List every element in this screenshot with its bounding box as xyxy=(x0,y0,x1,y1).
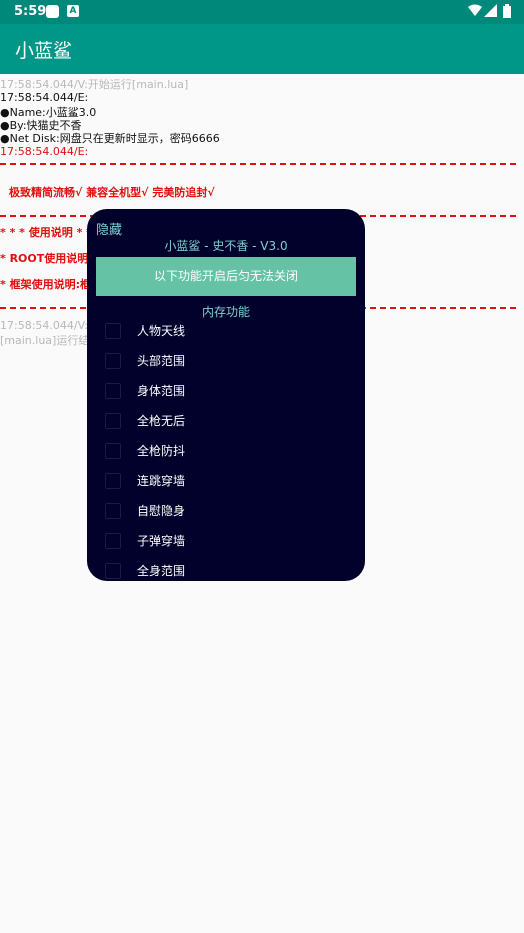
log-line-frame: * 框架使用说明:框 xyxy=(0,278,91,291)
menu-item-label: 全身范围 xyxy=(137,564,186,578)
battery-icon xyxy=(503,4,511,18)
menu-item-checkbox[interactable]: 连跳穿墙 xyxy=(87,467,365,497)
menu-item-label: 身体范围 xyxy=(137,384,186,398)
divider xyxy=(0,163,516,165)
checkbox[interactable] xyxy=(105,533,121,549)
checkbox[interactable] xyxy=(105,503,121,519)
menu-item-checkbox[interactable]: 自慰隐身 xyxy=(87,497,365,527)
checkbox[interactable] xyxy=(105,443,121,459)
checkbox[interactable] xyxy=(105,473,121,489)
checkbox[interactable] xyxy=(105,353,121,369)
status-bar: 5:59 A xyxy=(0,0,524,24)
floating-menu: 隐藏 小蓝鲨 - 史不香 - V3.0 以下功能开启后匀无法关闭 内存功能 人物… xyxy=(87,209,365,581)
menu-item-label: 全枪防抖 xyxy=(137,444,186,458)
menu-item-label: 连跳穿墙 xyxy=(137,474,186,488)
checkbox[interactable] xyxy=(105,563,121,579)
log-line-end-time: 17:58:54.044/V: xyxy=(0,319,88,332)
menu-item-label: 头部范围 xyxy=(137,354,186,368)
menu-item-checkbox[interactable]: 头部范围 xyxy=(87,347,365,377)
menu-item-checkbox[interactable]: 全身范围 xyxy=(87,557,365,581)
checkbox[interactable] xyxy=(105,383,121,399)
log-line-end: [main.lua]运行结束 xyxy=(0,334,101,347)
notice-banner: 以下功能开启后匀无法关闭 xyxy=(96,257,356,296)
status-time: 5:59 xyxy=(14,4,47,19)
menu-item-checkbox[interactable]: 人物天线 xyxy=(87,317,365,347)
a-icon: A xyxy=(67,5,79,17)
app-bar: 小蓝鲨 xyxy=(0,24,524,74)
checkbox[interactable] xyxy=(105,413,121,429)
log-line-start: 17:58:54.044/V:开始运行[main.lua] xyxy=(0,78,189,91)
log-line-netdisk: ●Net Disk:网盘只在更新时显示，密码6666 xyxy=(0,132,220,145)
log-line-error: 17:58:54.044/E: xyxy=(0,91,89,104)
menu-item-label: 子弹穿墙 xyxy=(137,534,186,548)
app-title: 小蓝鲨 xyxy=(15,40,73,62)
menu-item-label: 全枪无后 xyxy=(137,414,186,428)
menu-item-checkbox[interactable]: 全枪防抖 xyxy=(87,437,365,467)
hide-button[interactable]: 隐藏 xyxy=(96,219,122,238)
log-line-error-2: 17:58:54.044/E: xyxy=(0,145,89,158)
log-line-features: 极致精简流畅√ 兼容全机型√ 完美防追封√ xyxy=(9,186,215,199)
menu-title: 小蓝鲨 - 史不香 - V3.0 xyxy=(164,239,288,253)
signal-icon xyxy=(484,4,497,17)
menu-item-label: 人物天线 xyxy=(137,324,186,338)
notification-square-icon xyxy=(46,5,59,18)
menu-item-checkbox[interactable]: 子弹穿墙 xyxy=(87,527,365,557)
checkbox[interactable] xyxy=(105,323,121,339)
menu-item-checkbox[interactable]: 身体范围 xyxy=(87,377,365,407)
menu-item-checkbox[interactable]: 全枪无后 xyxy=(87,407,365,437)
menu-item-label: 自慰隐身 xyxy=(137,504,186,518)
wifi-icon xyxy=(468,4,482,16)
